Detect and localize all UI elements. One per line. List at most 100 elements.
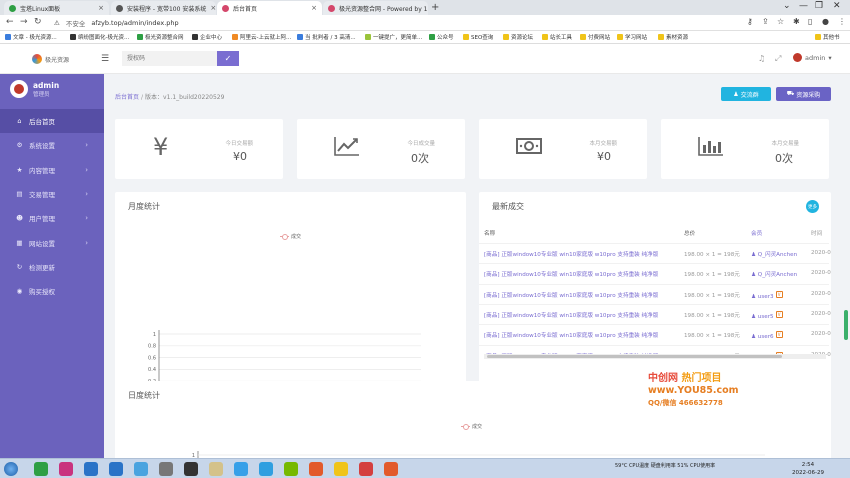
browser-tab[interactable]: 后台首页 × <box>217 1 322 15</box>
browser-menu-icon[interactable]: ⋮ <box>838 17 846 26</box>
deal-name-link[interactable]: [商品] 正版window10专业版 win10家庭版 w10pro 支持重装 … <box>484 331 680 339</box>
site-logo[interactable]: 极光资源 <box>32 54 69 64</box>
sidebar-item[interactable]: ☻ 用户管理 › <box>0 206 104 230</box>
bookmark-label: SEO查询 <box>471 35 494 41</box>
taskbar-app-icon[interactable] <box>134 462 148 476</box>
deal-member[interactable]: ♟ Q_闪灵Anchen <box>751 250 809 258</box>
join-group-button[interactable]: ♟ 交流群 <box>721 87 771 101</box>
sidebar: admin 管理员 ⌂ 后台首页 ⚙ 系统设置 › ★ 内容管理 › ▤ 交易管理 › ☻ 用户管理 › ▦… <box>0 74 104 458</box>
taskbar-app-icon[interactable] <box>184 462 198 476</box>
start-button-icon[interactable] <box>4 462 18 476</box>
auth-code-input[interactable] <box>122 51 217 66</box>
join-group-label: 交流群 <box>740 91 759 99</box>
browser-tab[interactable]: 宝塔Linux面板 × <box>4 1 109 15</box>
taskbar-app-icon[interactable] <box>109 462 123 476</box>
extensions-icon[interactable]: ✱ <box>793 17 800 26</box>
tab-favicon-icon <box>116 4 123 12</box>
bookmark-item[interactable]: 企业中心 <box>192 33 222 41</box>
bookmark-item[interactable]: 素材资源 <box>658 33 688 41</box>
share-icon[interactable]: ⇪ <box>762 17 769 26</box>
deal-member[interactable]: ♟ Q_闪灵Anchen <box>751 270 809 278</box>
bookmark-item[interactable]: 一键提广，更简单... <box>365 33 422 41</box>
taskbar-app-icon[interactable] <box>384 462 398 476</box>
new-tab-button[interactable]: + <box>431 2 439 13</box>
fullscreen-icon[interactable]: ⤢ <box>775 54 781 64</box>
reload-icon[interactable]: ↻ <box>34 17 42 27</box>
sidebar-item-label: 用户管理 <box>29 215 55 224</box>
bookmark-item[interactable]: 当 批判者 / 3 高清... <box>297 33 356 41</box>
forward-icon[interactable]: → <box>20 17 28 27</box>
auth-submit-button[interactable]: ✓ <box>217 51 239 66</box>
sidebar-item-label: 内容管理 <box>29 166 55 175</box>
bookmark-item[interactable]: 极光资源整合网 <box>137 33 184 41</box>
buy-resources-button[interactable]: ⛟ 资源采购 <box>776 87 831 101</box>
deal-name-link[interactable]: [商品] 正版window10专业版 win10家庭版 w10pro 支持重装 … <box>484 311 680 319</box>
table-horizontal-scrollbar[interactable] <box>484 354 826 359</box>
key-icon[interactable]: ⚷ <box>747 17 753 26</box>
url-field[interactable]: ⚠ 不安全 afzyb.top/admin/index.php <box>54 17 734 29</box>
other-bookmarks[interactable]: 其他书 <box>815 33 840 41</box>
deal-name-link[interactable]: [商品] 正版window10专业版 win10家庭版 w10pro 支持重装 … <box>484 291 680 299</box>
sidebar-item[interactable]: ⚙ 系统设置 › <box>0 133 104 157</box>
sidebar-item[interactable]: ⌂ 后台首页 <box>0 109 104 134</box>
caret-down-icon: ▾ <box>828 53 832 62</box>
tab-close-icon[interactable]: × <box>311 4 317 12</box>
deal-member[interactable]: ♟ user5 V <box>751 310 809 320</box>
taskbar-app-icon[interactable] <box>359 462 373 476</box>
more-button[interactable]: 更多 <box>806 200 819 213</box>
deal-time: 2020-0 <box>811 331 831 338</box>
bookmark-item[interactable]: 资源论坛 <box>503 33 533 41</box>
tab-close-icon[interactable]: × <box>210 4 216 12</box>
taskbar-app-icon[interactable] <box>34 462 48 476</box>
sidebar-item[interactable]: ◉ 购买授权 <box>0 279 104 303</box>
deal-name-link[interactable]: [商品] 正版window10专业版 win10家庭版 w10pro 支持重装 … <box>484 270 680 278</box>
taskbar-app-icon[interactable] <box>159 462 173 476</box>
sidebar-item[interactable]: ▤ 交易管理 › <box>0 182 104 206</box>
stat-value: 0次 <box>775 152 793 165</box>
bookmark-item[interactable]: 站长工具 <box>542 33 572 41</box>
column-header: 时间 <box>811 231 823 237</box>
sidepanel-icon[interactable]: ▯ <box>808 17 812 26</box>
tab-search-icon[interactable]: ⌄ <box>783 1 791 11</box>
bookmark-item[interactable]: 公众号 <box>429 33 454 41</box>
taskbar-app-icon[interactable] <box>234 462 248 476</box>
taskbar-app-icon[interactable] <box>334 462 348 476</box>
clock[interactable]: 2:54 2022-06-29 <box>792 461 824 477</box>
bookmark-item[interactable]: 付费网站 <box>580 33 610 41</box>
deal-name-link[interactable]: [商品] 正版window10专业版 win10家庭版 w10pro 支持重装 … <box>484 250 680 258</box>
taskbar-app-icon[interactable] <box>284 462 298 476</box>
bookmark-item[interactable]: 阿里云-上云就上阿... <box>232 33 291 41</box>
deal-member[interactable]: ♟ user3 V <box>751 290 809 300</box>
watermark-line1a: 中创网 <box>648 373 678 384</box>
taskbar-app-icon[interactable] <box>84 462 98 476</box>
bookmark-star-icon[interactable]: ☆ <box>777 17 784 26</box>
table-row: [商品] 正版window10专业版 win10家庭版 w10pro 支持重装 … <box>479 243 831 264</box>
taskbar-app-icon[interactable] <box>209 462 223 476</box>
bookmark-item[interactable]: SEO查询 <box>463 33 493 41</box>
profile-name: admin <box>33 80 60 90</box>
taskbar-app-icon[interactable] <box>309 462 323 476</box>
menu-toggle-icon[interactable]: ☰ <box>101 54 109 64</box>
bookmark-item[interactable]: 文章 - 极光资源... <box>5 33 57 41</box>
taskbar-app-icon[interactable] <box>259 462 273 476</box>
profile-icon[interactable]: ● <box>822 17 829 26</box>
bookmark-item[interactable]: 学习网站 <box>617 33 647 41</box>
bell-icon[interactable]: ♫ <box>758 54 765 63</box>
admin-user-menu[interactable]: admin ▾ <box>793 53 832 62</box>
browser-tab[interactable]: 极光资源整合网 - Powered by 1× <box>323 1 428 15</box>
window-close-icon[interactable]: ✕ <box>833 1 841 11</box>
back-icon[interactable]: ← <box>6 17 14 27</box>
bookmark-item[interactable]: 缤纷图面化-极光资... <box>70 33 129 41</box>
page-scrollbar[interactable] <box>844 310 848 340</box>
breadcrumb-home[interactable]: 后台首页 <box>115 94 139 101</box>
sidebar-item[interactable]: ↻ 检测更新 <box>0 255 104 279</box>
sidebar-item[interactable]: ▦ 网站设置 › <box>0 230 104 254</box>
deal-member[interactable]: ♟ user6 V <box>751 331 809 340</box>
browser-tab[interactable]: 安装程序 - 宽带100 安装系统 × <box>111 1 216 15</box>
maximize-icon[interactable]: ❐ <box>815 1 823 11</box>
tab-close-icon[interactable]: × <box>98 4 104 12</box>
bookmark-favicon-icon <box>232 34 238 40</box>
sidebar-item[interactable]: ★ 内容管理 › <box>0 158 104 182</box>
taskbar-app-icon[interactable] <box>59 462 73 476</box>
minimize-icon[interactable]: — <box>799 1 808 11</box>
